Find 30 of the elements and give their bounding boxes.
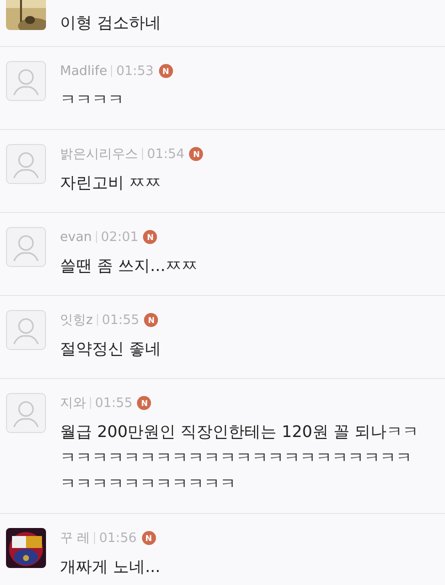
comment-time: 02:01 [100, 230, 138, 244]
author-name: 꾸 레 [60, 530, 90, 547]
author-name: Madlife [60, 64, 108, 78]
new-badge: N [144, 313, 158, 327]
new-badge: N [189, 147, 204, 161]
comment-time: 01:54 [147, 146, 184, 162]
comment-text: 쓸땐 좀 쓰지...ㅉㅉ [60, 255, 198, 277]
author-name: 지와 [60, 395, 86, 412]
comment-text: 이형 검소하네 [60, 12, 162, 34]
avatar-icon [6, 393, 46, 433]
comment-text: 절약정신 좋네 [60, 338, 162, 360]
comment-time: 01:55 [95, 396, 132, 410]
comment-text: 자린고비 ㅉㅉ [60, 172, 162, 194]
new-badge: N [158, 64, 173, 78]
comment-text: ㅋㅋㅋㅋ [60, 89, 125, 111]
avatar-icon [6, 61, 46, 101]
avatar-icon [6, 310, 46, 350]
comment-text: 월급 200만원인 직장인한테는 120원 꼴 되나ㅋㅋㅋㅋㅋㅋㅋㅋㅋㅋㅋㅋㅋㅋㅋㅋㅋㅋㅋㅋㅋㅋㅋㅋㅋㅋㅋㅋㅋㅋㅋㅋㅋㅋㅋ [60, 421, 420, 495]
comment-time: 01:56 [99, 530, 137, 546]
new-badge: N [137, 396, 152, 410]
new-badge: N [142, 531, 156, 545]
author-name: 잇힝z [60, 312, 93, 329]
comment-time: 01:55 [102, 312, 140, 328]
comment-time: 01:53 [116, 64, 154, 78]
new-badge: N [143, 230, 158, 244]
avatar-icon [6, 144, 46, 184]
comment-text: 개짜게 노네... [60, 556, 162, 578]
author-name: evan [60, 230, 92, 244]
author-name: 밝은시리우스 [60, 146, 138, 163]
avatar-icon [6, 227, 46, 267]
